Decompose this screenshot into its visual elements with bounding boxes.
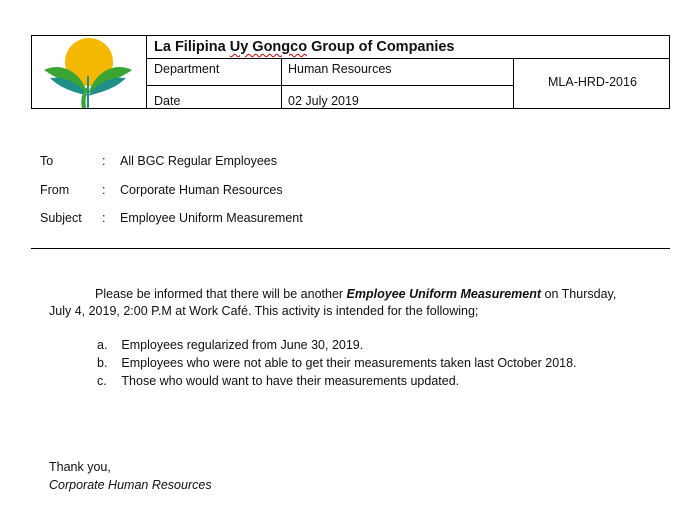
to-label: To (40, 154, 54, 168)
to-colon: : (102, 154, 106, 168)
body-paragraph-line2: July 4, 2019, 2:00 P.M at Work Café. Thi… (49, 304, 479, 318)
subject-value: Employee Uniform Measurement (120, 211, 303, 225)
department-value: Human Resources (288, 62, 392, 76)
closing-signature: Corporate Human Resources (49, 478, 212, 492)
closing-thanks: Thank you, (49, 460, 111, 474)
subject-label: Subject (40, 211, 82, 225)
subject-colon: : (102, 211, 106, 225)
date-label: Date (154, 94, 181, 108)
date-value: 02 July 2019 (288, 94, 359, 108)
reference-number: MLA-HRD-2016 (548, 75, 637, 89)
col-divider-1 (281, 58, 282, 108)
to-value: All BGC Regular Employees (120, 154, 278, 168)
row-divider-1 (146, 58, 669, 59)
col-divider-2 (513, 58, 514, 108)
body-paragraph-line1: Please be informed that there will be an… (95, 287, 617, 301)
list-item: c. Those who would want to have their me… (97, 374, 460, 388)
logo-stem (87, 76, 89, 108)
from-value: Corporate Human Resources (120, 183, 283, 197)
logo-divider (146, 36, 147, 108)
from-colon: : (102, 183, 106, 197)
list-item: a. Employees regularized from June 30, 2… (97, 338, 364, 352)
department-label: Department (154, 62, 220, 76)
row-divider-2 (146, 85, 514, 86)
company-name: La Filipina Uy Gongco Group of Companies (154, 39, 455, 55)
memo-separator (31, 248, 670, 249)
list-item: b. Employees who were not able to get th… (97, 356, 577, 370)
company-logo (44, 38, 132, 108)
from-label: From (40, 183, 70, 197)
